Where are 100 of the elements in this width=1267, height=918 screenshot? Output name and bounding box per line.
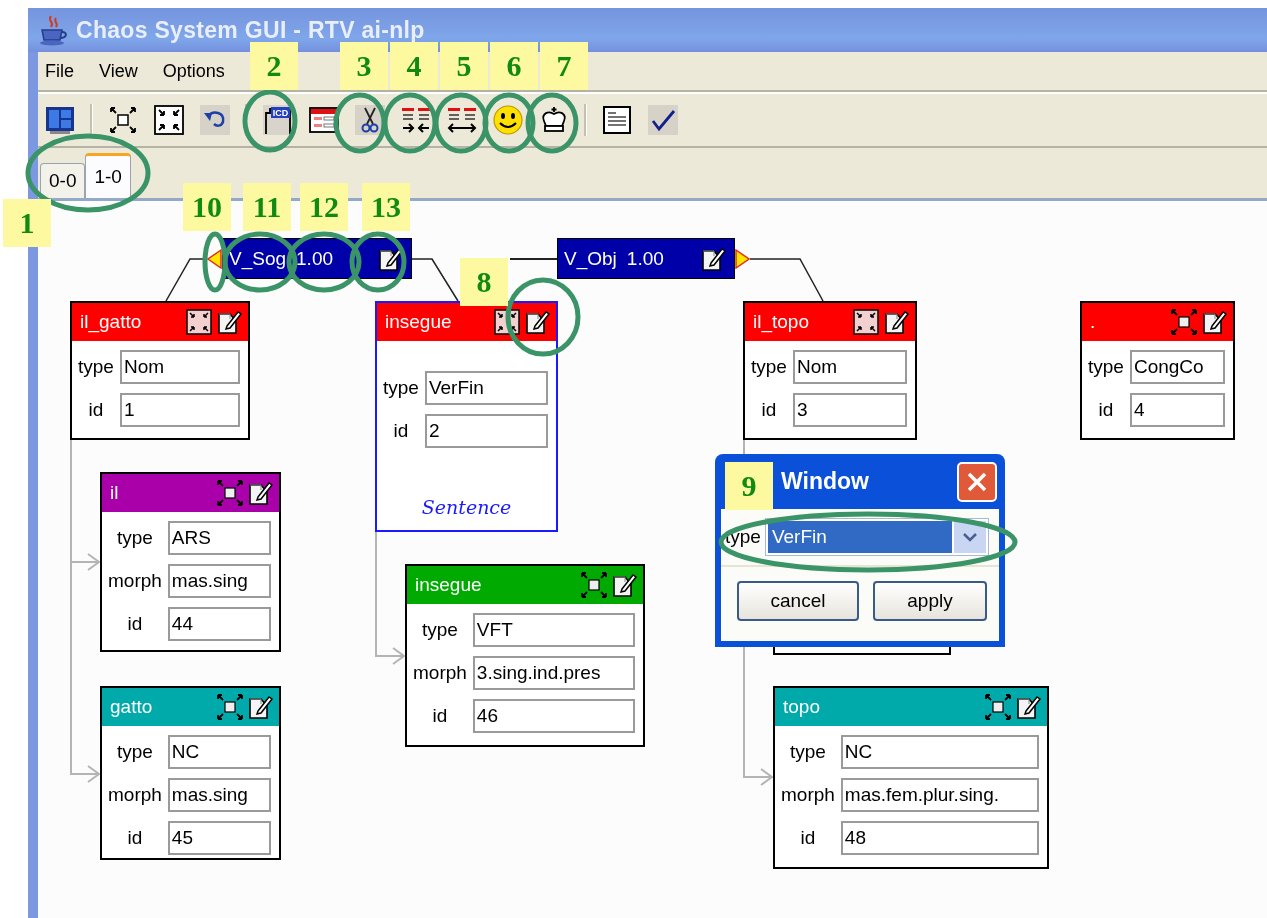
menu-item[interactable]: View [96, 60, 152, 82]
pointer-icon[interactable] [207, 248, 222, 269]
collapse-icon[interactable] [186, 309, 212, 335]
field-label: id [799, 827, 817, 849]
expand-icon[interactable] [985, 694, 1011, 720]
text-field[interactable]: 45 [167, 821, 271, 855]
callout-label: 5 [440, 42, 488, 90]
field-label: type [115, 741, 154, 763]
text-field[interactable]: VFT [472, 613, 635, 647]
card-icon[interactable]: ICD [262, 104, 294, 136]
text-field[interactable]: NC [840, 735, 1039, 769]
expand-icon[interactable] [153, 104, 185, 136]
callout-label: 8 [460, 258, 508, 306]
expand-icon[interactable] [217, 480, 243, 506]
field-label: id [1097, 399, 1115, 421]
text-field[interactable]: 3.sing.ind.pres [472, 656, 635, 690]
edit-icon[interactable] [247, 480, 273, 506]
fit-icon[interactable] [107, 104, 139, 136]
callout-ring [525, 92, 579, 154]
field-label: id [431, 705, 449, 727]
check-icon[interactable] [647, 104, 679, 136]
text-field[interactable]: 4 [1129, 393, 1225, 427]
edit-icon[interactable] [247, 694, 273, 720]
callout-label: 1 [3, 199, 51, 247]
text-field[interactable]: Nom [119, 350, 240, 384]
text-field[interactable]: 46 [472, 699, 635, 733]
apply-button[interactable]: apply [873, 581, 987, 621]
node-title: il [110, 482, 120, 504]
form-icon[interactable] [308, 104, 340, 136]
node-title: il_gatto [80, 311, 143, 333]
menu-item[interactable]: Options [159, 60, 239, 82]
window-tiles-icon[interactable] [44, 104, 76, 136]
field-label: type [1088, 356, 1124, 378]
field-label: type [751, 356, 787, 378]
text-field[interactable]: Nom [792, 350, 907, 384]
edit-icon[interactable] [611, 572, 637, 598]
callout-ring [333, 92, 387, 154]
node-title: il_topo [753, 311, 810, 333]
text-field[interactable]: 44 [167, 607, 271, 641]
edit-icon[interactable] [1015, 694, 1041, 720]
connector-line [411, 258, 459, 302]
field-label: morph [413, 662, 467, 684]
text-field[interactable]: mas.sing [167, 778, 271, 812]
connector-line [509, 258, 558, 260]
pointer-icon[interactable] [735, 248, 750, 269]
field-label: type [78, 356, 114, 378]
field-label: type [383, 377, 419, 399]
text-field[interactable]: 2 [424, 414, 548, 448]
callout-label: 11 [243, 183, 291, 231]
text-field[interactable]: mas.fem.plur.sing. [840, 778, 1039, 812]
field-label: type [115, 527, 154, 549]
dropdown-value: VerFin [767, 521, 952, 553]
relation-name: V_Sog [229, 247, 287, 270]
text-field[interactable]: NC [167, 735, 271, 769]
callout-label: 12 [300, 183, 348, 231]
edit-icon[interactable] [883, 309, 909, 335]
cancel-button[interactable]: cancel [737, 581, 859, 621]
field-label: id [87, 399, 105, 421]
node-title: . [1090, 311, 1097, 333]
node-title: gatto [110, 696, 154, 718]
callout-ring [482, 92, 536, 154]
callout-label: 10 [183, 183, 231, 231]
callout-ring [242, 89, 298, 153]
edit-icon[interactable] [216, 309, 242, 335]
text-field[interactable]: CongCo [1129, 350, 1225, 384]
field-label: id [760, 399, 778, 421]
field-label: type [788, 741, 827, 763]
coffee-cup-icon [38, 14, 68, 46]
smiley-icon[interactable] [492, 104, 524, 136]
text-field[interactable]: mas.sing [167, 564, 271, 598]
node-caption: Sentence [421, 496, 512, 518]
text-field[interactable]: 3 [792, 393, 907, 427]
relation-score: 1.00 [626, 247, 665, 270]
text-field[interactable]: 1 [119, 393, 240, 427]
field-label: morph [108, 570, 162, 592]
tab[interactable]: 1-0 [85, 153, 131, 198]
node-title: insegue [415, 574, 483, 596]
text-field[interactable]: ARS [167, 521, 271, 555]
text-field[interactable]: 48 [840, 821, 1039, 855]
field-label: id [392, 420, 410, 442]
undo-icon[interactable] [199, 104, 231, 136]
collapse-icon[interactable] [853, 309, 879, 335]
field-label: id [126, 827, 144, 849]
edit-icon[interactable] [1201, 309, 1227, 335]
expand-icon[interactable] [1171, 309, 1197, 335]
dialog-title: Window [781, 468, 870, 495]
callout-label: 9 [725, 462, 773, 510]
document-icon[interactable] [601, 104, 633, 136]
edit-icon[interactable] [700, 245, 726, 272]
edit-icon[interactable] [524, 309, 550, 335]
tab[interactable]: 0-0 [40, 163, 86, 198]
callout-ring [349, 231, 407, 293]
menu-item[interactable]: File [42, 60, 88, 82]
text-field[interactable]: VerFin [424, 371, 548, 405]
expand-icon[interactable] [581, 572, 607, 598]
expand-icon[interactable] [217, 694, 243, 720]
callout-ring [382, 92, 438, 154]
close-button[interactable] [957, 461, 997, 502]
callout-label: 13 [362, 183, 410, 231]
type-dropdown[interactable]: VerFin [764, 518, 989, 556]
